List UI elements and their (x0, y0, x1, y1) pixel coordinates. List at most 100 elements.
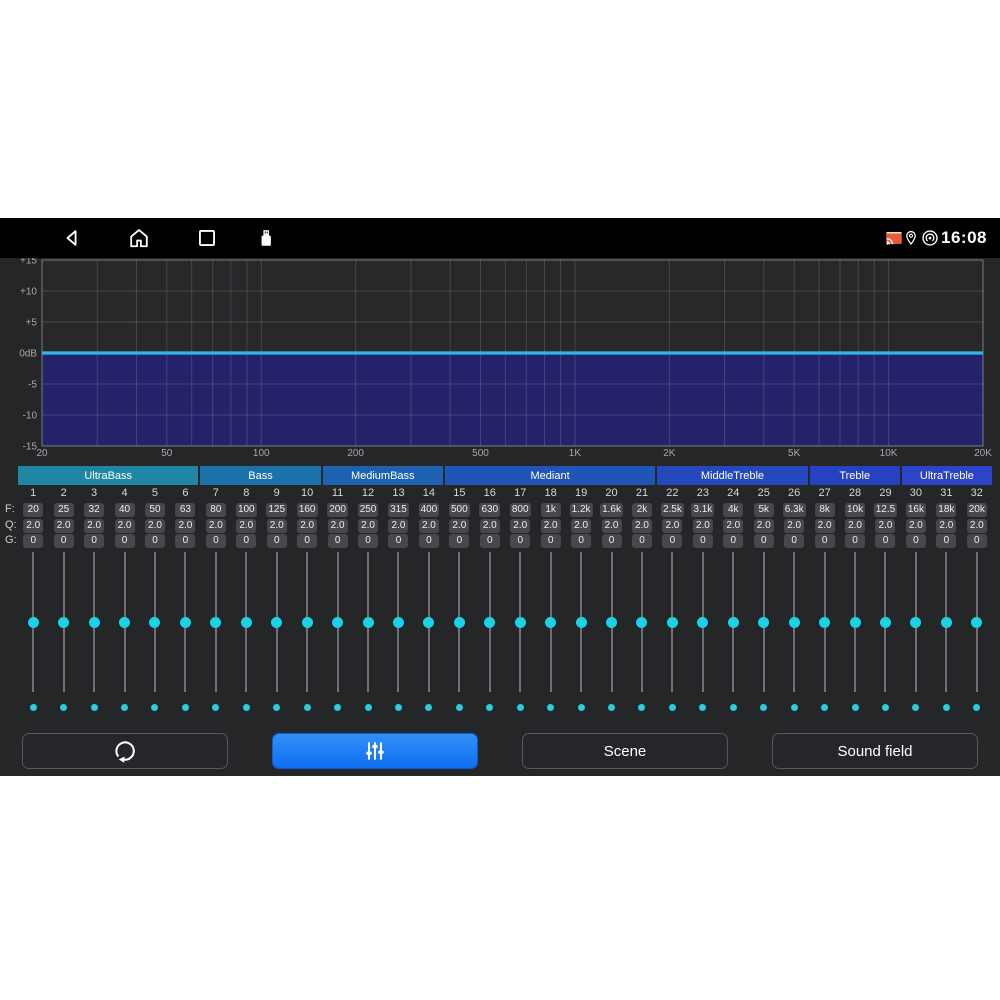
gain-value-chip: 0 (480, 534, 500, 548)
gain-value-chip: 0 (754, 534, 774, 548)
gain-slider-32[interactable] (962, 552, 992, 692)
gain-slider-14[interactable] (414, 552, 444, 692)
slider-knob[interactable] (667, 617, 678, 628)
equalizer-panel: +15+10+50dB-5-10-1520501002005001K2K5K10… (0, 258, 1000, 776)
slider-knob[interactable] (28, 617, 39, 628)
q-value-chip: 2.0 (723, 519, 743, 533)
gain-slider-1[interactable] (18, 552, 48, 692)
slider-knob[interactable] (789, 617, 800, 628)
slider-knob[interactable] (119, 617, 130, 628)
band-dot-cell (688, 703, 718, 711)
gain-slider-23[interactable] (688, 552, 718, 692)
band-indicator-dot (212, 704, 219, 711)
slider-knob[interactable] (180, 617, 191, 628)
slider-knob[interactable] (149, 617, 160, 628)
gain-value-chip: 0 (206, 534, 226, 548)
slider-knob[interactable] (393, 617, 404, 628)
gain-slider-10[interactable] (292, 552, 322, 692)
slider-knob[interactable] (484, 617, 495, 628)
q-value: 2.0 (688, 519, 718, 533)
slider-knob[interactable] (576, 617, 587, 628)
equalizer-tab-button[interactable] (272, 733, 478, 769)
gain-value-chip: 0 (723, 534, 743, 548)
freq-value: 20 (18, 503, 48, 517)
band-indicator-dot (669, 704, 676, 711)
slider-knob[interactable] (210, 617, 221, 628)
gain-slider-13[interactable] (383, 552, 413, 692)
slider-knob[interactable] (363, 617, 374, 628)
freq-value-chip: 40 (115, 503, 135, 517)
gain-slider-4[interactable] (109, 552, 139, 692)
gain-slider-17[interactable] (505, 552, 535, 692)
band-indicator-dot (730, 704, 737, 711)
slider-knob[interactable] (819, 617, 830, 628)
band-sliders (18, 552, 992, 692)
gain-slider-28[interactable] (840, 552, 870, 692)
gain-slider-12[interactable] (353, 552, 383, 692)
slider-knob[interactable] (728, 617, 739, 628)
back-button[interactable] (59, 225, 85, 251)
gain-value: 0 (383, 534, 413, 548)
gain-slider-31[interactable] (931, 552, 961, 692)
freq-value-chip: 10k (845, 503, 865, 517)
gain-slider-9[interactable] (262, 552, 292, 692)
slider-knob[interactable] (271, 617, 282, 628)
gain-slider-7[interactable] (201, 552, 231, 692)
freq-value: 12.5 (870, 503, 900, 517)
slider-knob[interactable] (241, 617, 252, 628)
gain-slider-27[interactable] (809, 552, 839, 692)
slider-knob[interactable] (850, 617, 861, 628)
scene-button[interactable]: Scene (522, 733, 728, 769)
slider-knob[interactable] (636, 617, 647, 628)
gain-slider-16[interactable] (475, 552, 505, 692)
slider-knob[interactable] (910, 617, 921, 628)
reset-button[interactable] (22, 733, 228, 769)
usb-drive-icon[interactable] (253, 225, 279, 251)
slider-knob[interactable] (880, 617, 891, 628)
gain-slider-3[interactable] (79, 552, 109, 692)
slider-knob[interactable] (332, 617, 343, 628)
gain-slider-11[interactable] (322, 552, 352, 692)
gain-slider-5[interactable] (140, 552, 170, 692)
slider-knob[interactable] (941, 617, 952, 628)
q-value: 2.0 (383, 519, 413, 533)
gain-slider-18[interactable] (535, 552, 565, 692)
gain-slider-29[interactable] (870, 552, 900, 692)
band-dot-cell (840, 703, 870, 711)
band-indicator-dot (60, 704, 67, 711)
gain-slider-22[interactable] (657, 552, 687, 692)
gain-value-chip: 0 (845, 534, 865, 548)
recents-button[interactable] (194, 225, 220, 251)
slider-knob[interactable] (423, 617, 434, 628)
gain-slider-25[interactable] (749, 552, 779, 692)
gain-slider-6[interactable] (170, 552, 200, 692)
gain-value: 0 (870, 534, 900, 548)
q-value-chip: 2.0 (23, 519, 43, 533)
slider-knob[interactable] (758, 617, 769, 628)
freq-value: 50 (140, 503, 170, 517)
freq-value-chip: 63 (175, 503, 195, 517)
slider-knob[interactable] (302, 617, 313, 628)
slider-knob[interactable] (454, 617, 465, 628)
slider-knob[interactable] (89, 617, 100, 628)
gain-slider-15[interactable] (444, 552, 474, 692)
sound-field-button[interactable]: Sound field (772, 733, 978, 769)
home-button[interactable] (126, 225, 152, 251)
gain-slider-24[interactable] (718, 552, 748, 692)
gain-slider-19[interactable] (566, 552, 596, 692)
slider-knob[interactable] (971, 617, 982, 628)
q-value-chip: 2.0 (267, 519, 287, 533)
slider-knob[interactable] (697, 617, 708, 628)
gain-slider-2[interactable] (48, 552, 78, 692)
slider-knob[interactable] (515, 617, 526, 628)
gain-value: 0 (901, 534, 931, 548)
gain-slider-20[interactable] (596, 552, 626, 692)
gain-slider-21[interactable] (627, 552, 657, 692)
band-dot-cell (292, 703, 322, 711)
gain-slider-8[interactable] (231, 552, 261, 692)
slider-knob[interactable] (606, 617, 617, 628)
gain-slider-26[interactable] (779, 552, 809, 692)
slider-knob[interactable] (58, 617, 69, 628)
slider-knob[interactable] (545, 617, 556, 628)
gain-slider-30[interactable] (901, 552, 931, 692)
